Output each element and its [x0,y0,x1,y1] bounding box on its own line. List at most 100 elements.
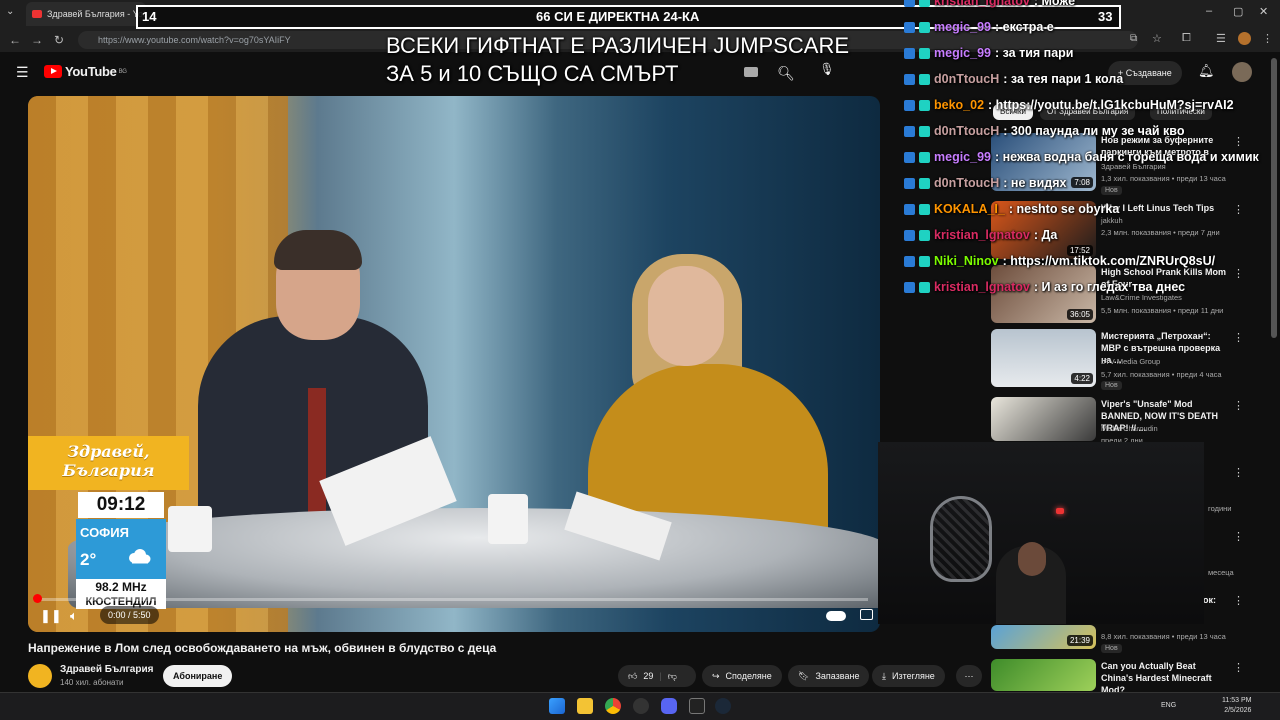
bookmark-star-icon[interactable]: ☆ [1152,32,1162,45]
youtube-logo[interactable]: YouTube BG [44,64,127,79]
video-item-meta: 2,3 млн. показвания • преди 7 дни [1101,228,1220,237]
thumbs-up-icon[interactable]: 👍︎ [628,665,637,687]
chat-message: megic_99: нежва водна баня с гореща вода… [904,150,1259,164]
notifications-bell-icon[interactable]: 🔔︎ [1198,63,1215,79]
file-explorer-icon[interactable] [577,698,593,714]
video-item-channel[interactable]: Law&Crime Investigates [1101,293,1182,302]
video-item-title[interactable]: Why I Left Linus Tech Tips [1101,202,1226,214]
chat-badge-icon [904,151,915,163]
chat-badge-icon [904,229,915,241]
chat-badge-icon [919,177,930,189]
channel-name[interactable]: Здравей България [60,664,153,675]
chat-badge-icon [904,21,915,33]
chat-badge-icon [904,203,915,215]
video-thumbnail[interactable]: 36:05 [991,265,1096,323]
progress-scrubber[interactable] [33,594,42,603]
profile-avatar[interactable] [1238,32,1251,45]
video-more-icon[interactable]: ⋮ [1233,594,1244,607]
video-item-channel[interactable]: Misha Charoudin [1101,424,1158,433]
video-more-icon[interactable]: ⋮ [1233,267,1244,280]
extensions-icon[interactable]: ⧠ [1182,32,1191,45]
stream-banner-line1: ВСЕКИ ГИФТНАТ Е РАЗЛИЧЕН JUMPSCARE [386,33,850,58]
hamburger-menu-icon[interactable]: ☰ [16,64,29,81]
video-more-icon[interactable]: ⋮ [1233,399,1244,412]
share-button[interactable]: ↪ Споделяне [702,665,782,687]
video-more-icon[interactable]: ⋮ [1233,661,1244,674]
video-thumbnail[interactable]: 21:39 [991,625,1096,649]
like-count[interactable]: 29 [643,665,653,687]
account-avatar[interactable] [1232,62,1252,82]
browser-more-icon[interactable]: ⋮ [1262,32,1273,45]
video-item-channel[interactable]: bTV Media Group [1101,357,1160,366]
video-item-meta: месеца [1208,568,1234,577]
microphone-icon[interactable]: 🎙︎ [816,62,838,84]
chat-username: kristian_lgnatov [934,280,1030,294]
system-clock[interactable]: 11:53 PM 2/5/2026 [1222,696,1251,716]
video-more-icon[interactable]: ⋮ [1233,530,1244,543]
save-label: Запазване [815,671,860,681]
chat-message: kristian_lgnatov: И аз го гледах тва дне… [904,280,1185,294]
cloud-icon [129,549,151,564]
subscribe-button[interactable]: Абониране [163,665,233,687]
video-more-icon[interactable]: ⋮ [1233,135,1244,148]
weather-temperature: 2° [80,550,97,569]
maximize-icon[interactable]: ▢ [1233,5,1243,18]
chat-text: : neshto se obyrka [1008,202,1120,216]
minimize-icon[interactable]: – [1206,5,1212,17]
chat-badge-icon [904,281,915,293]
video-thumbnail[interactable]: 4:22 [991,329,1096,387]
video-item-title[interactable]: Can you Actually Beat China's Hardest Mi… [1101,660,1226,696]
chat-badge-icon [919,21,930,33]
captions-icon[interactable] [860,609,873,620]
chat-username: megic_99 [934,20,991,34]
chat-message: d0nTtoucH: за тея пари 1 кола [904,72,1123,86]
cast-icon[interactable]: ⧉ [1130,33,1137,44]
discord-icon[interactable] [661,698,677,714]
chat-badge-icon [904,0,915,7]
keyboard-icon[interactable] [744,67,758,77]
time-display: 0:00 / 5:50 [100,606,159,624]
country-code: BG [118,68,127,75]
new-badge: Нов [1101,644,1122,653]
steam-icon[interactable] [715,698,731,714]
chat-badge-icon [919,99,930,111]
video-more-icon[interactable]: ⋮ [1233,203,1244,216]
channel-avatar[interactable] [28,664,52,688]
video-item-channel[interactable]: jakkuh [1101,216,1123,225]
autoplay-toggle[interactable] [826,611,846,621]
browser-tab[interactable]: Здравей България - YouTube [26,2,146,26]
video-thumbnail[interactable] [991,397,1096,441]
anchor-male-hair [274,230,362,270]
tab-list-icon[interactable]: ⌄ [6,6,14,17]
search-button[interactable]: 🔍︎ [768,60,804,86]
chat-username: d0nTtoucH [934,124,1000,138]
chat-username: beko_02 [934,98,985,112]
reload-icon[interactable]: ↻ [52,33,66,47]
terminal-icon[interactable] [689,698,705,714]
chat-badge-icon [919,125,930,137]
obs-icon[interactable] [633,698,649,714]
chrome-icon[interactable] [605,698,621,714]
video-thumbnail[interactable] [991,659,1096,691]
back-icon[interactable]: ← [8,33,22,47]
forward-icon[interactable]: → [30,33,44,47]
volume-icon[interactable]: 🔈︎ [70,608,78,624]
more-actions-button[interactable]: ⋯ [956,665,982,687]
video-more-icon[interactable]: ⋮ [1233,466,1244,479]
thumbs-down-icon[interactable]: 👎︎ [668,665,677,687]
keyboard-language[interactable]: ENG [1161,702,1176,709]
chat-text: : екстра е [994,20,1054,34]
page-scrollbar[interactable] [1271,58,1277,338]
download-button[interactable]: ⤓ Изтегляне [872,665,945,687]
close-window-icon[interactable]: ✕ [1259,5,1268,18]
windows-start-icon[interactable] [549,698,565,714]
share-icon: ↪ [712,671,720,681]
save-button[interactable]: 🔖︎ Запазване [788,665,870,687]
video-more-icon[interactable]: ⋮ [1233,331,1244,344]
menu-icon[interactable]: ☰ [1216,32,1226,45]
pause-button[interactable]: ❚❚ [40,608,62,624]
progress-bar[interactable] [40,598,868,601]
chat-username: kristian_lgnatov [934,0,1030,8]
video-item-title[interactable]: ок: [1203,594,1233,606]
video-item-meta: години [1208,504,1232,513]
